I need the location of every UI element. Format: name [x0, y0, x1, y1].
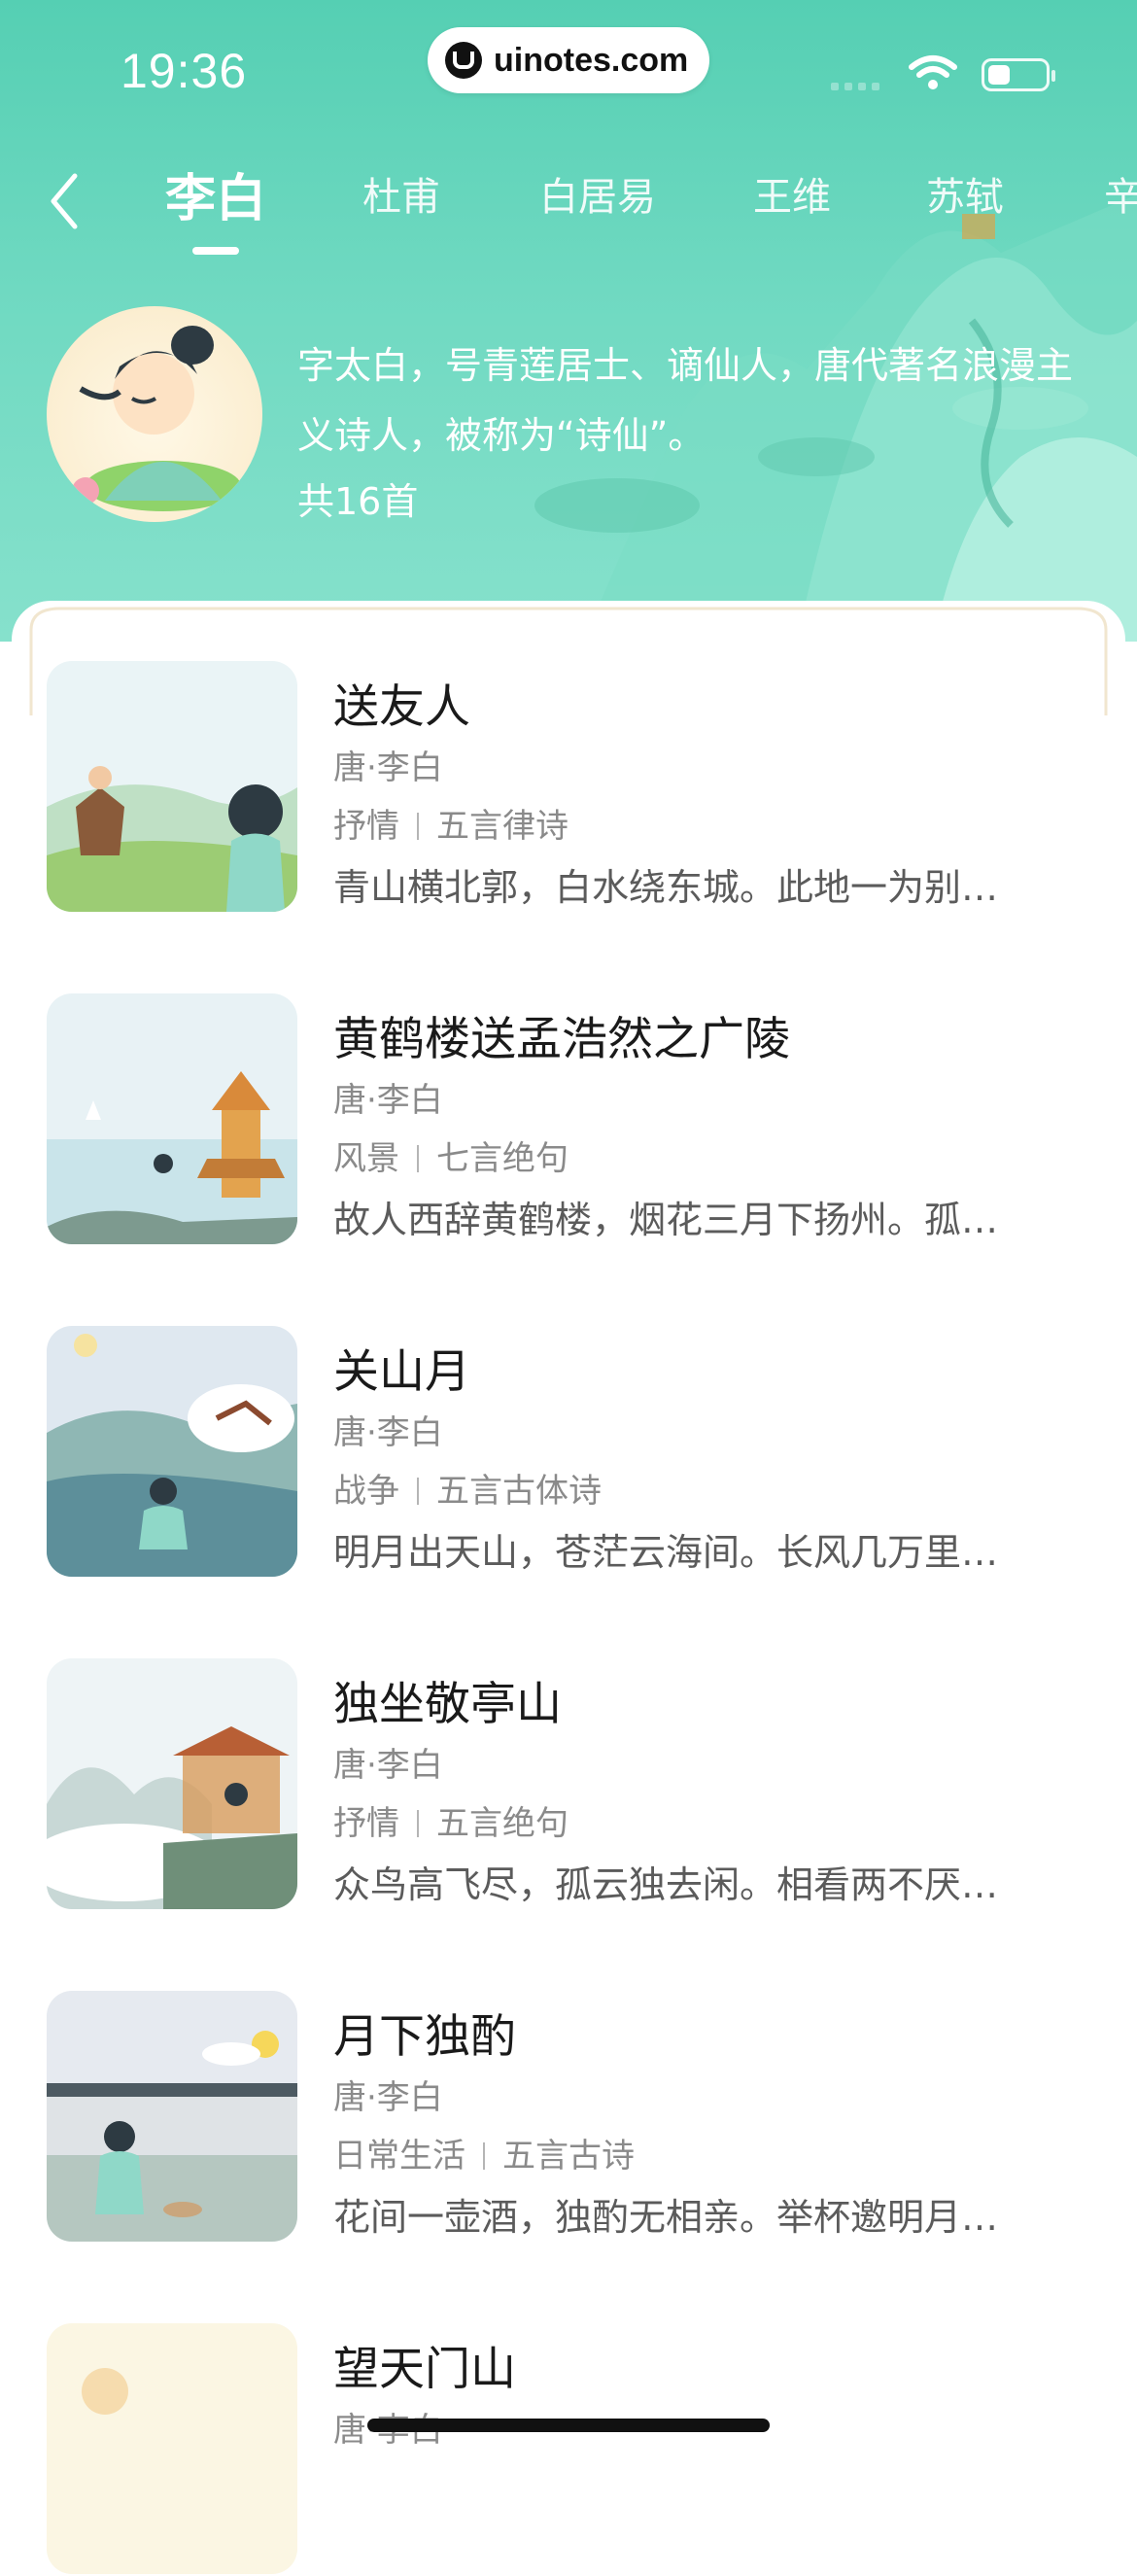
poem-form-tag: 五言古诗: [502, 2137, 635, 2176]
poem-item[interactable]: 关山月 唐·李白 战争 五言古体诗 明月出天山，苍茫云海间。长风几万里…: [47, 1326, 1106, 1579]
poem-theme-tag: 抒情: [333, 1804, 399, 1843]
poem-excerpt: 明月出天山，苍茫云海间。长风几万里…: [333, 1531, 999, 1574]
poem-tags: 战争 五言古体诗: [333, 1464, 602, 1512]
poem-title: 黄鹤楼送孟浩然之广陵: [333, 1013, 790, 1066]
poet-avatar: [47, 306, 262, 522]
poem-tags: 抒情 五言绝句: [333, 1796, 568, 1844]
poem-item[interactable]: 月下独酌 唐·李白 日常生活 五言古诗 花间一壶酒，独酌无相亲。举杯邀明月…: [47, 1991, 1106, 2244]
poem-thumbnail: [47, 1658, 297, 1909]
poet-description: 字太白，号青莲居士、谪仙人，唐代著名浪漫主义诗人，被称为“诗仙”。: [297, 344, 1074, 457]
cellular-signal-icon: [831, 83, 879, 90]
watermark-text: uinotes.com: [494, 41, 689, 79]
poem-thumbnail: [47, 661, 297, 912]
tab-xin[interactable]: 辛: [1104, 165, 1137, 222]
active-tab-indicator: [192, 247, 239, 255]
poem-title: 月下独酌: [333, 2010, 516, 2064]
poem-tags: 风景 七言绝句: [333, 1131, 568, 1179]
poem-excerpt: 青山横北郭，白水绕东城。此地一为别…: [333, 866, 999, 909]
poem-title: 送友人: [333, 680, 470, 734]
poem-thumbnail: [47, 1326, 297, 1577]
poem-title: 独坐敬亭山: [333, 1678, 562, 1731]
header-banner: 19:36 uinotes.com 李白 杜甫 白居易 王维 苏轼 辛 字太白，…: [0, 0, 1137, 642]
poem-count: 共16首: [297, 480, 419, 523]
poem-form-tag: 五言古体诗: [436, 1472, 602, 1511]
poem-tags: 抒情 五言律诗: [333, 799, 568, 847]
poem-author: 唐·李白: [333, 1081, 443, 1120]
poem-item[interactable]: 送友人 唐·李白 抒情 五言律诗 青山横北郭，白水绕东城。此地一为别…: [47, 661, 1106, 914]
poem-author: 唐·李白: [333, 1413, 443, 1452]
poem-tags: 日常生活 五言古诗: [333, 2129, 635, 2176]
poem-title: 望天门山: [333, 2343, 516, 2396]
poet-tabs: 李白 杜甫 白居易 王维 苏轼 辛: [0, 165, 1137, 262]
poem-form-tag: 五言绝句: [436, 1804, 568, 1843]
poem-form-tag: 七言绝句: [436, 1139, 568, 1178]
uinotes-logo-icon: [445, 42, 482, 79]
poem-item[interactable]: 黄鹤楼送孟浩然之广陵 唐·李白 风景 七言绝句 故人西辞黄鹤楼，烟花三月下扬州。孤…: [47, 993, 1106, 1246]
poem-thumbnail: [47, 1991, 297, 2242]
tab-sushi[interactable]: 苏轼: [926, 165, 1004, 222]
tab-baijuyi[interactable]: 白居易: [539, 165, 656, 222]
status-time: 19:36: [121, 44, 248, 98]
poem-thumbnail: [47, 993, 297, 1244]
poem-excerpt: 众鸟高飞尽，孤云独去闲。相看两不厌…: [333, 1863, 999, 1906]
tab-dufu[interactable]: 杜甫: [362, 165, 440, 222]
poem-author: 唐·李白: [333, 2078, 443, 2117]
home-indicator[interactable]: [367, 2419, 770, 2432]
watermark-badge: uinotes.com: [428, 27, 709, 93]
poem-excerpt: 故人西辞黄鹤楼，烟花三月下扬州。孤…: [333, 1199, 999, 1241]
poem-thumbnail: [47, 2323, 297, 2574]
tab-wangwei[interactable]: 王维: [753, 165, 831, 222]
tab-libai[interactable]: 李白: [165, 157, 266, 230]
poem-item[interactable]: 望天门山 唐·李白: [47, 2323, 1106, 2576]
wifi-icon: [909, 55, 957, 89]
poem-form-tag: 五言律诗: [436, 807, 568, 846]
poem-theme-tag: 风景: [333, 1139, 399, 1178]
poem-author: 唐·李白: [333, 748, 443, 787]
poem-excerpt: 花间一壶酒，独酌无相亲。举杯邀明月…: [333, 2196, 999, 2239]
battery-icon: [982, 58, 1055, 91]
poem-item[interactable]: 独坐敬亭山 唐·李白 抒情 五言绝句 众鸟高飞尽，孤云独去闲。相看两不厌…: [47, 1658, 1106, 1911]
poem-theme-tag: 战争: [333, 1472, 399, 1511]
poem-theme-tag: 抒情: [333, 807, 399, 846]
poem-theme-tag: 日常生活: [333, 2137, 465, 2176]
poem-author: 唐·李白: [333, 1746, 443, 1785]
poem-title: 关山月: [333, 1345, 470, 1399]
